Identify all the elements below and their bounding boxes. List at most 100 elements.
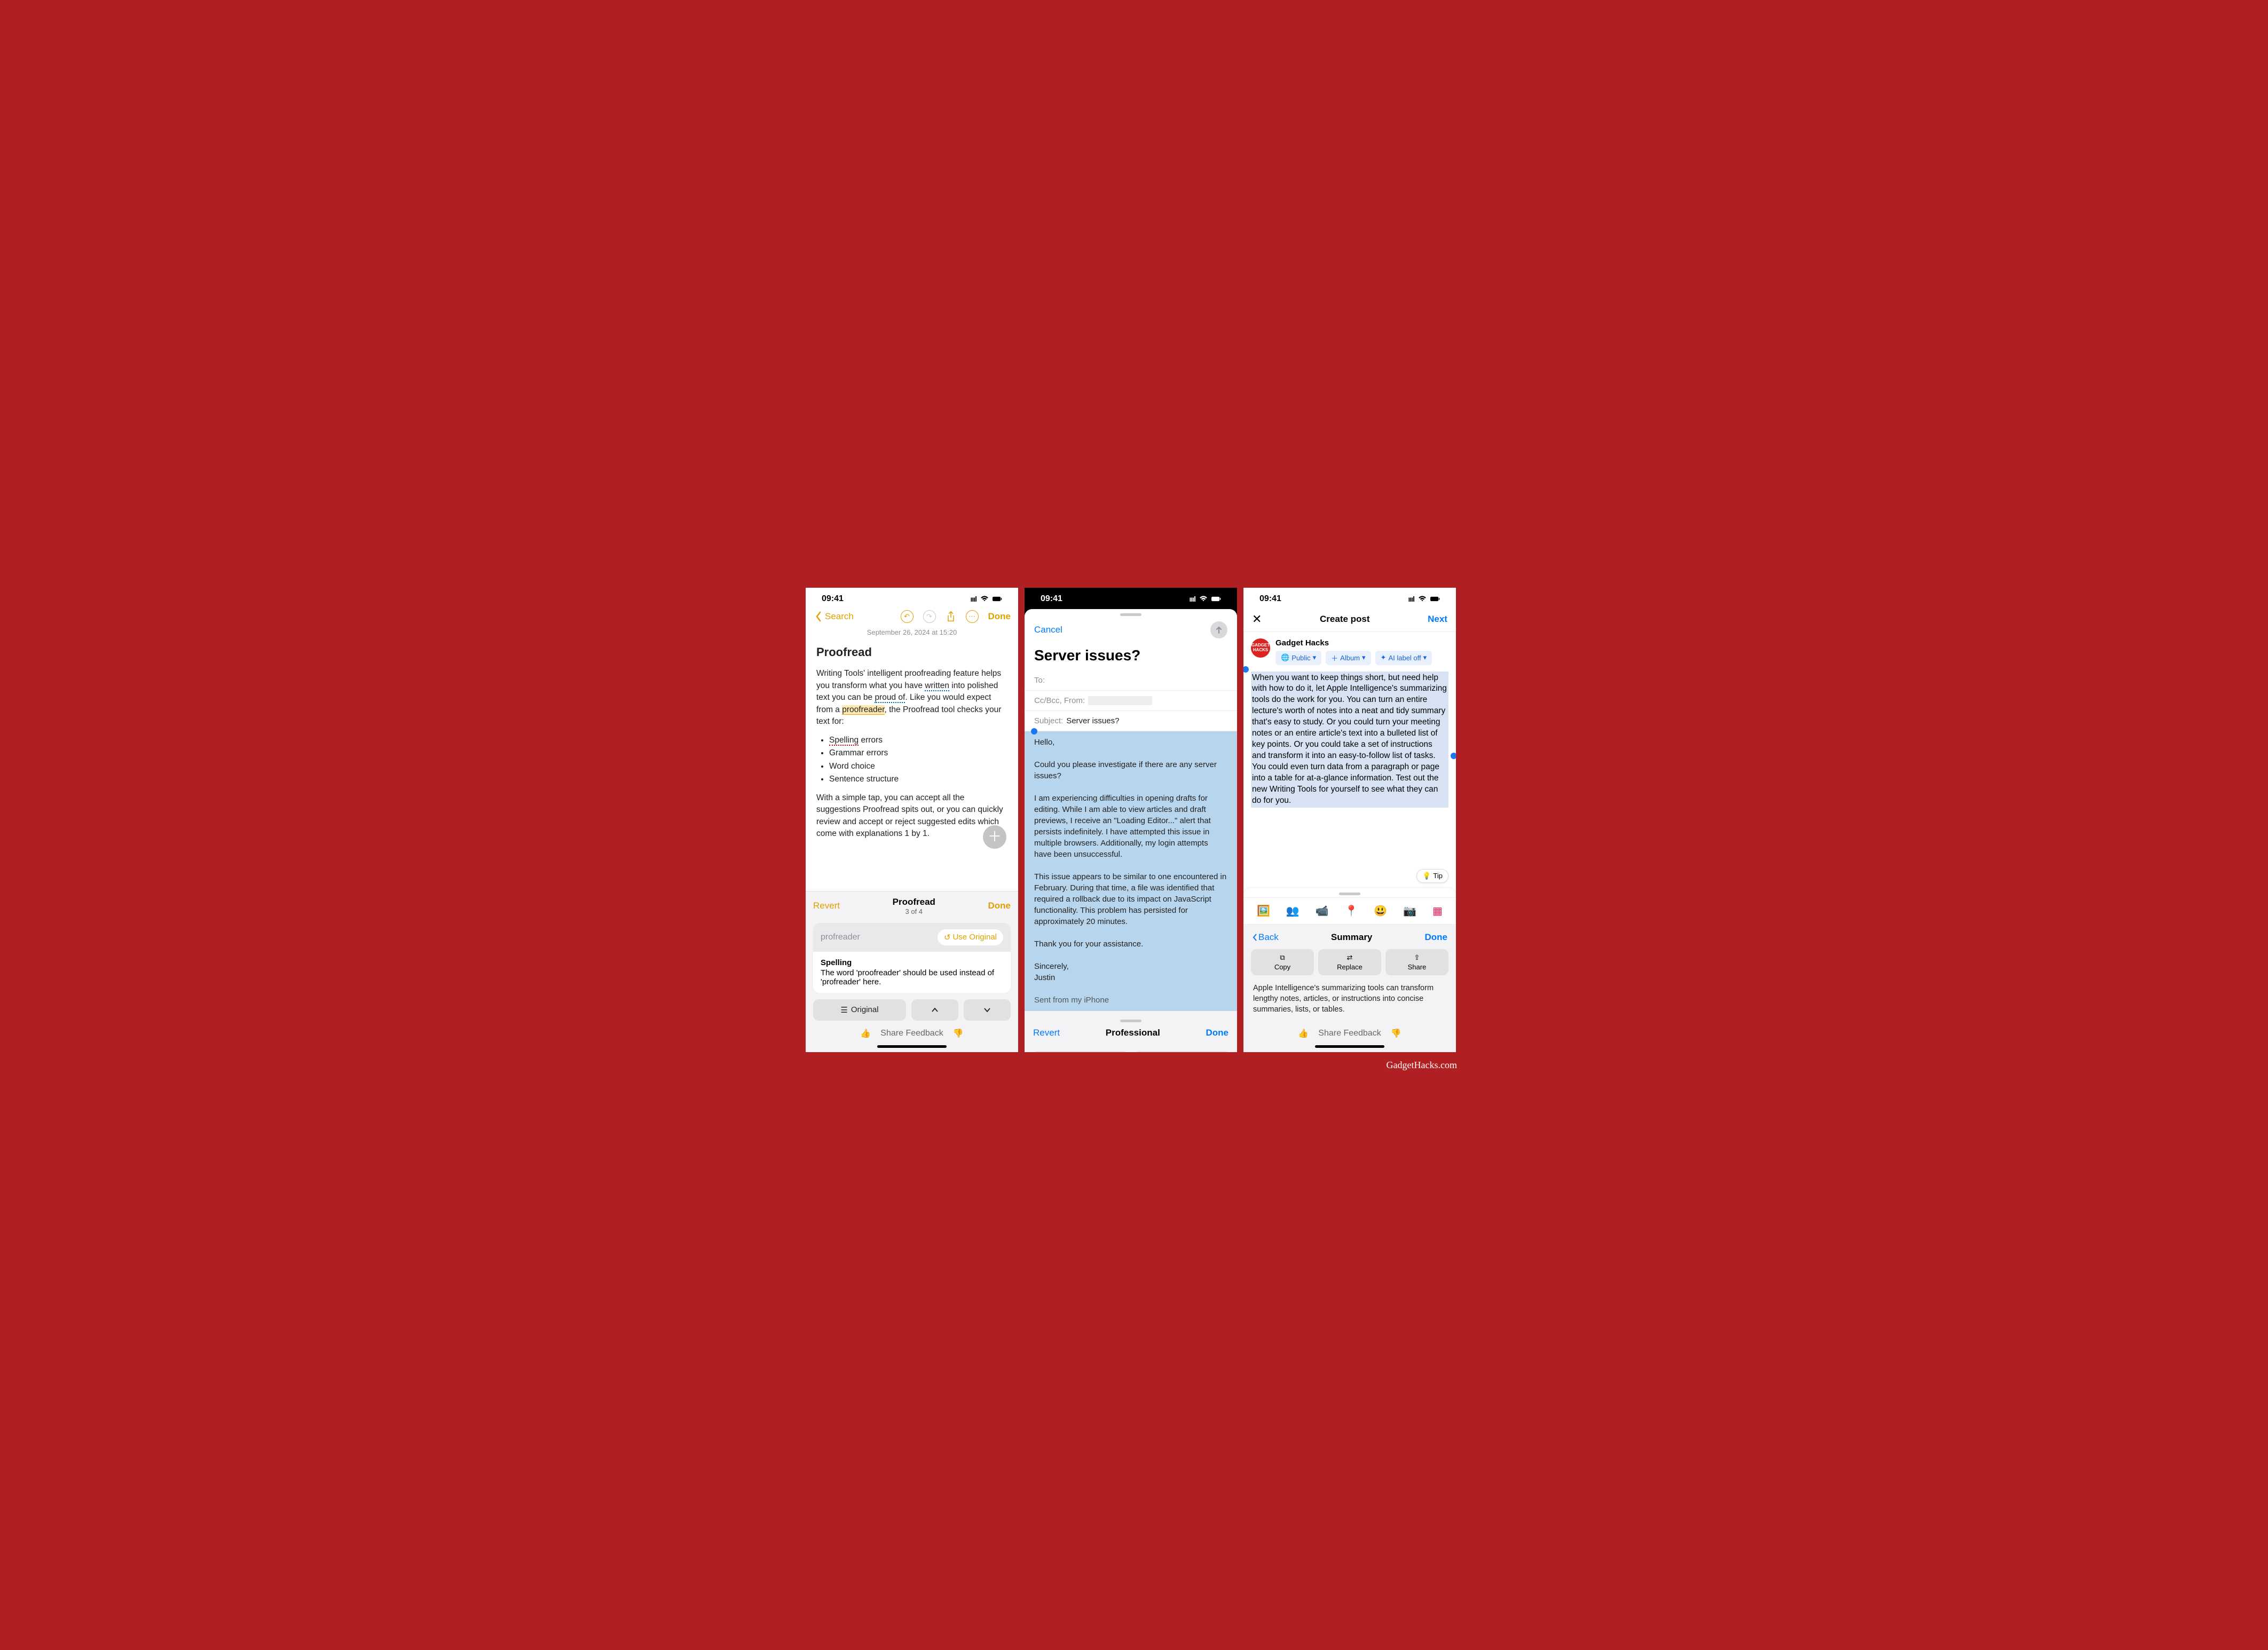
sheet-grabber[interactable] <box>1120 1020 1141 1022</box>
arrow-up-icon <box>1215 626 1223 634</box>
note-date: September 26, 2024 at 15:20 <box>806 626 1018 638</box>
wifi-icon <box>980 596 989 602</box>
original-button[interactable]: ☰ Original <box>1032 1051 1128 1052</box>
back-button[interactable]: Back <box>1252 932 1279 943</box>
use-original-button[interactable]: ↻ Use Original <box>938 929 1003 945</box>
location-icon[interactable]: 📍 <box>1345 904 1358 918</box>
status-time: 09:41 <box>1041 594 1062 604</box>
chevron-up-icon <box>931 1007 939 1013</box>
bullet-list: Spelling errors Grammar errors Word choi… <box>829 735 1007 786</box>
suggestion-word: profreader <box>821 933 860 942</box>
nav-back-label: Search <box>825 611 854 622</box>
add-button[interactable]: ＋ <box>983 825 1006 849</box>
mail-line: Hello, <box>1034 737 1227 748</box>
feeling-icon[interactable]: 😃 <box>1374 904 1387 918</box>
revert-button[interactable]: Revert <box>1033 1028 1060 1038</box>
next-button[interactable]: Next <box>1428 614 1447 625</box>
done-button[interactable]: Done <box>1206 1028 1229 1038</box>
ai-label-chip[interactable]: ✦ AI label off ▾ <box>1375 651 1432 665</box>
status-icons: ıııl <box>1408 595 1440 603</box>
undo-button[interactable]: ↶ <box>901 610 914 623</box>
chevron-down-icon: ▾ <box>1423 653 1427 662</box>
home-indicator[interactable] <box>1315 1045 1384 1048</box>
thumbs-up-button[interactable]: 👍 <box>860 1028 871 1039</box>
proofread-sheet: Revert Proofread 3 of 4 Done profreader … <box>806 891 1018 1052</box>
to-field[interactable]: To: <box>1025 670 1237 691</box>
sheet-grabber[interactable] <box>1120 613 1141 616</box>
copy-button[interactable]: ⧉ Copy <box>1251 949 1314 975</box>
share-feedback-label[interactable]: Share Feedback <box>1318 1029 1381 1038</box>
video-icon[interactable]: 📹 <box>1316 904 1329 918</box>
cancel-button[interactable]: Cancel <box>1034 625 1062 635</box>
share-icon[interactable] <box>946 611 956 622</box>
note-body[interactable]: Proofread Writing Tools' intelligent pro… <box>806 638 1018 891</box>
credit-label: GadgetHacks.com <box>1387 1060 1457 1071</box>
status-bar: 09:41 ıııl <box>806 588 1018 607</box>
sheet-title: Professional <box>1106 1028 1160 1038</box>
create-post-nav: ✕ Create post Next <box>1243 607 1456 632</box>
thumbs-down-button[interactable]: 👎 <box>1391 1028 1401 1039</box>
prev-button[interactable] <box>911 999 958 1021</box>
album-chip[interactable]: ＋ Album ▾ <box>1326 651 1371 665</box>
note-title: Proofread <box>816 644 1007 661</box>
redacted-from: x <box>1088 696 1152 705</box>
original-button[interactable]: ☰ Original <box>813 999 906 1021</box>
post-body-selected[interactable]: When you want to keep things short, but … <box>1251 672 1448 808</box>
nav-done-button[interactable]: Done <box>988 611 1011 622</box>
thumbs-down-button[interactable]: 👎 <box>953 1028 964 1039</box>
page-title: Create post <box>1320 614 1370 625</box>
close-button[interactable]: ✕ <box>1252 612 1262 626</box>
selection-end-handle[interactable] <box>1451 753 1456 759</box>
done-button[interactable]: Done <box>988 901 1011 911</box>
panel-notes: 09:41 ıııl Search ↶ ↷ ⋯ Done <box>806 588 1018 1052</box>
mail-line: Sent from my iPhone <box>1034 994 1227 1006</box>
summary-output: Apple Intelligence's summarizing tools c… <box>1251 975 1448 1021</box>
cc-field[interactable]: Cc/Bcc, From: x <box>1025 691 1237 711</box>
panel-mail: 09:41 ıııl Cancel Server issues? To: Cc <box>1025 588 1237 1052</box>
sparkle-icon: ✦ <box>1381 653 1387 662</box>
retry-button[interactable]: ⟳ Retry <box>1133 1051 1230 1052</box>
home-indicator[interactable] <box>877 1045 947 1048</box>
chevron-down-icon <box>983 1007 991 1013</box>
next-button[interactable] <box>964 999 1011 1021</box>
tag-people-icon[interactable]: 👥 <box>1286 904 1300 918</box>
mail-line: Justin <box>1034 972 1227 983</box>
mail-body-selected[interactable]: Hello, Could you please investigate if t… <box>1025 731 1237 1011</box>
share-button[interactable]: ⇪ Share <box>1385 949 1448 975</box>
suggestion-card: profreader ↻ Use Original Spelling The w… <box>813 923 1011 993</box>
battery-icon <box>993 596 1002 602</box>
highlight-proofreader: proofreader <box>842 705 884 715</box>
signal-icon: ıııl <box>1408 595 1414 603</box>
mail-line: I am experiencing difficulties in openin… <box>1034 793 1227 860</box>
mail-line: Thank you for your assistance. <box>1034 938 1227 950</box>
list-item: Grammar errors <box>829 747 1007 759</box>
more-button[interactable]: ⋯ <box>966 610 979 623</box>
nav-back-button[interactable]: Search <box>813 611 854 622</box>
thumbs-up-button[interactable]: 👍 <box>1298 1028 1309 1039</box>
photo-icon[interactable]: 🖼️ <box>1257 904 1270 918</box>
copy-icon: ⧉ <box>1280 953 1285 962</box>
note-paragraph-1: Writing Tools' intelligent proofreading … <box>816 668 1007 728</box>
sheet-grabber[interactable] <box>1339 893 1360 895</box>
plus-icon: ＋ <box>1331 653 1338 663</box>
underline-proud: proud of <box>875 693 905 703</box>
summary-sheet: Back Summary Done ⧉ Copy ⇄ Replace ⇪ <box>1243 925 1456 1052</box>
globe-icon: 🌐 <box>1281 653 1289 662</box>
send-button[interactable] <box>1210 621 1227 638</box>
selection-start-handle[interactable] <box>1031 728 1037 735</box>
more-grid-icon[interactable]: ▦ <box>1432 904 1443 918</box>
revert-button[interactable]: Revert <box>813 901 840 911</box>
avatar[interactable]: GADGET HACKS <box>1251 638 1270 658</box>
selection-start-handle[interactable] <box>1243 666 1249 673</box>
professional-sheet: Revert Professional Done ☰ Original ⟳ Re… <box>1025 1011 1237 1052</box>
list-item: Sentence structure <box>829 773 1007 785</box>
camera-icon[interactable]: 📷 <box>1403 904 1416 918</box>
audience-chip[interactable]: 🌐 Public ▾ <box>1275 651 1321 665</box>
replace-button[interactable]: ⇄ Replace <box>1318 949 1381 975</box>
done-button[interactable]: Done <box>1425 932 1448 943</box>
share-feedback-label[interactable]: Share Feedback <box>880 1029 943 1038</box>
status-icons: ıııl <box>970 595 1002 603</box>
subject-field[interactable]: Subject: Server issues? <box>1025 711 1237 731</box>
tip-button[interactable]: 💡 Tip <box>1416 869 1448 883</box>
suggestion-category: Spelling <box>821 958 1003 967</box>
